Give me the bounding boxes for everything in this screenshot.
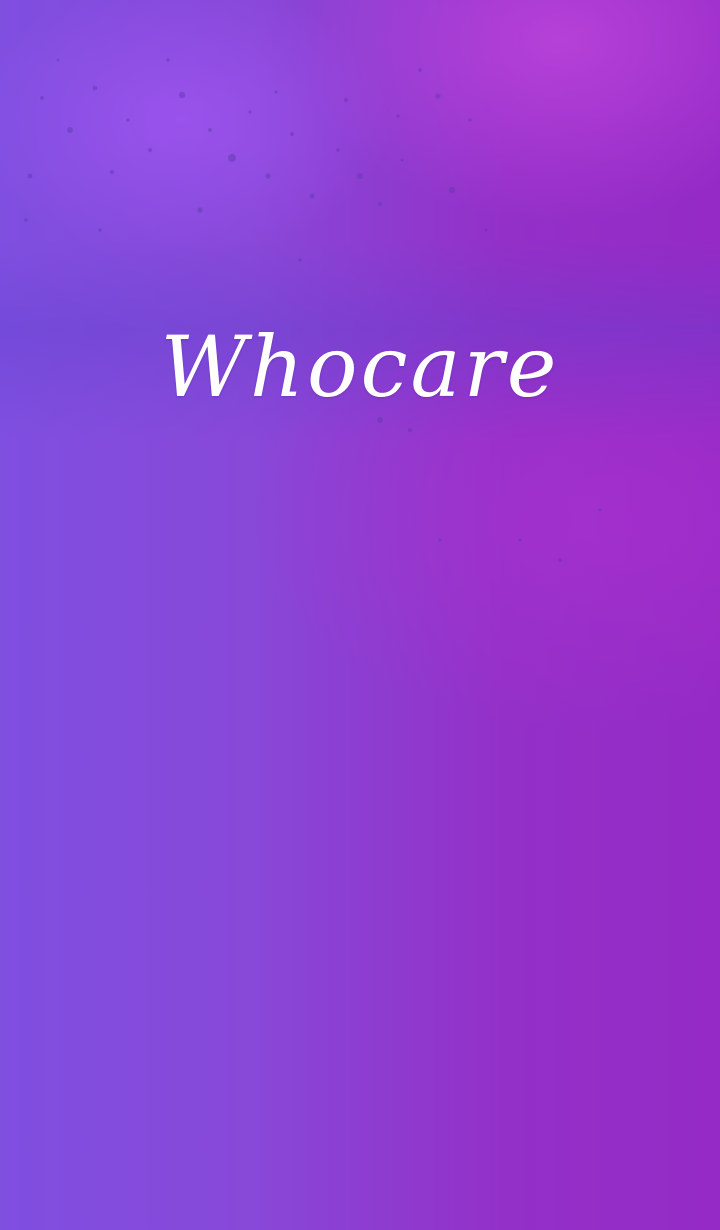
wallpaper-speckle-texture [24, 58, 602, 562]
theme-wallpaper [0, 0, 720, 1230]
theme-title-text: Whocare [160, 318, 560, 416]
